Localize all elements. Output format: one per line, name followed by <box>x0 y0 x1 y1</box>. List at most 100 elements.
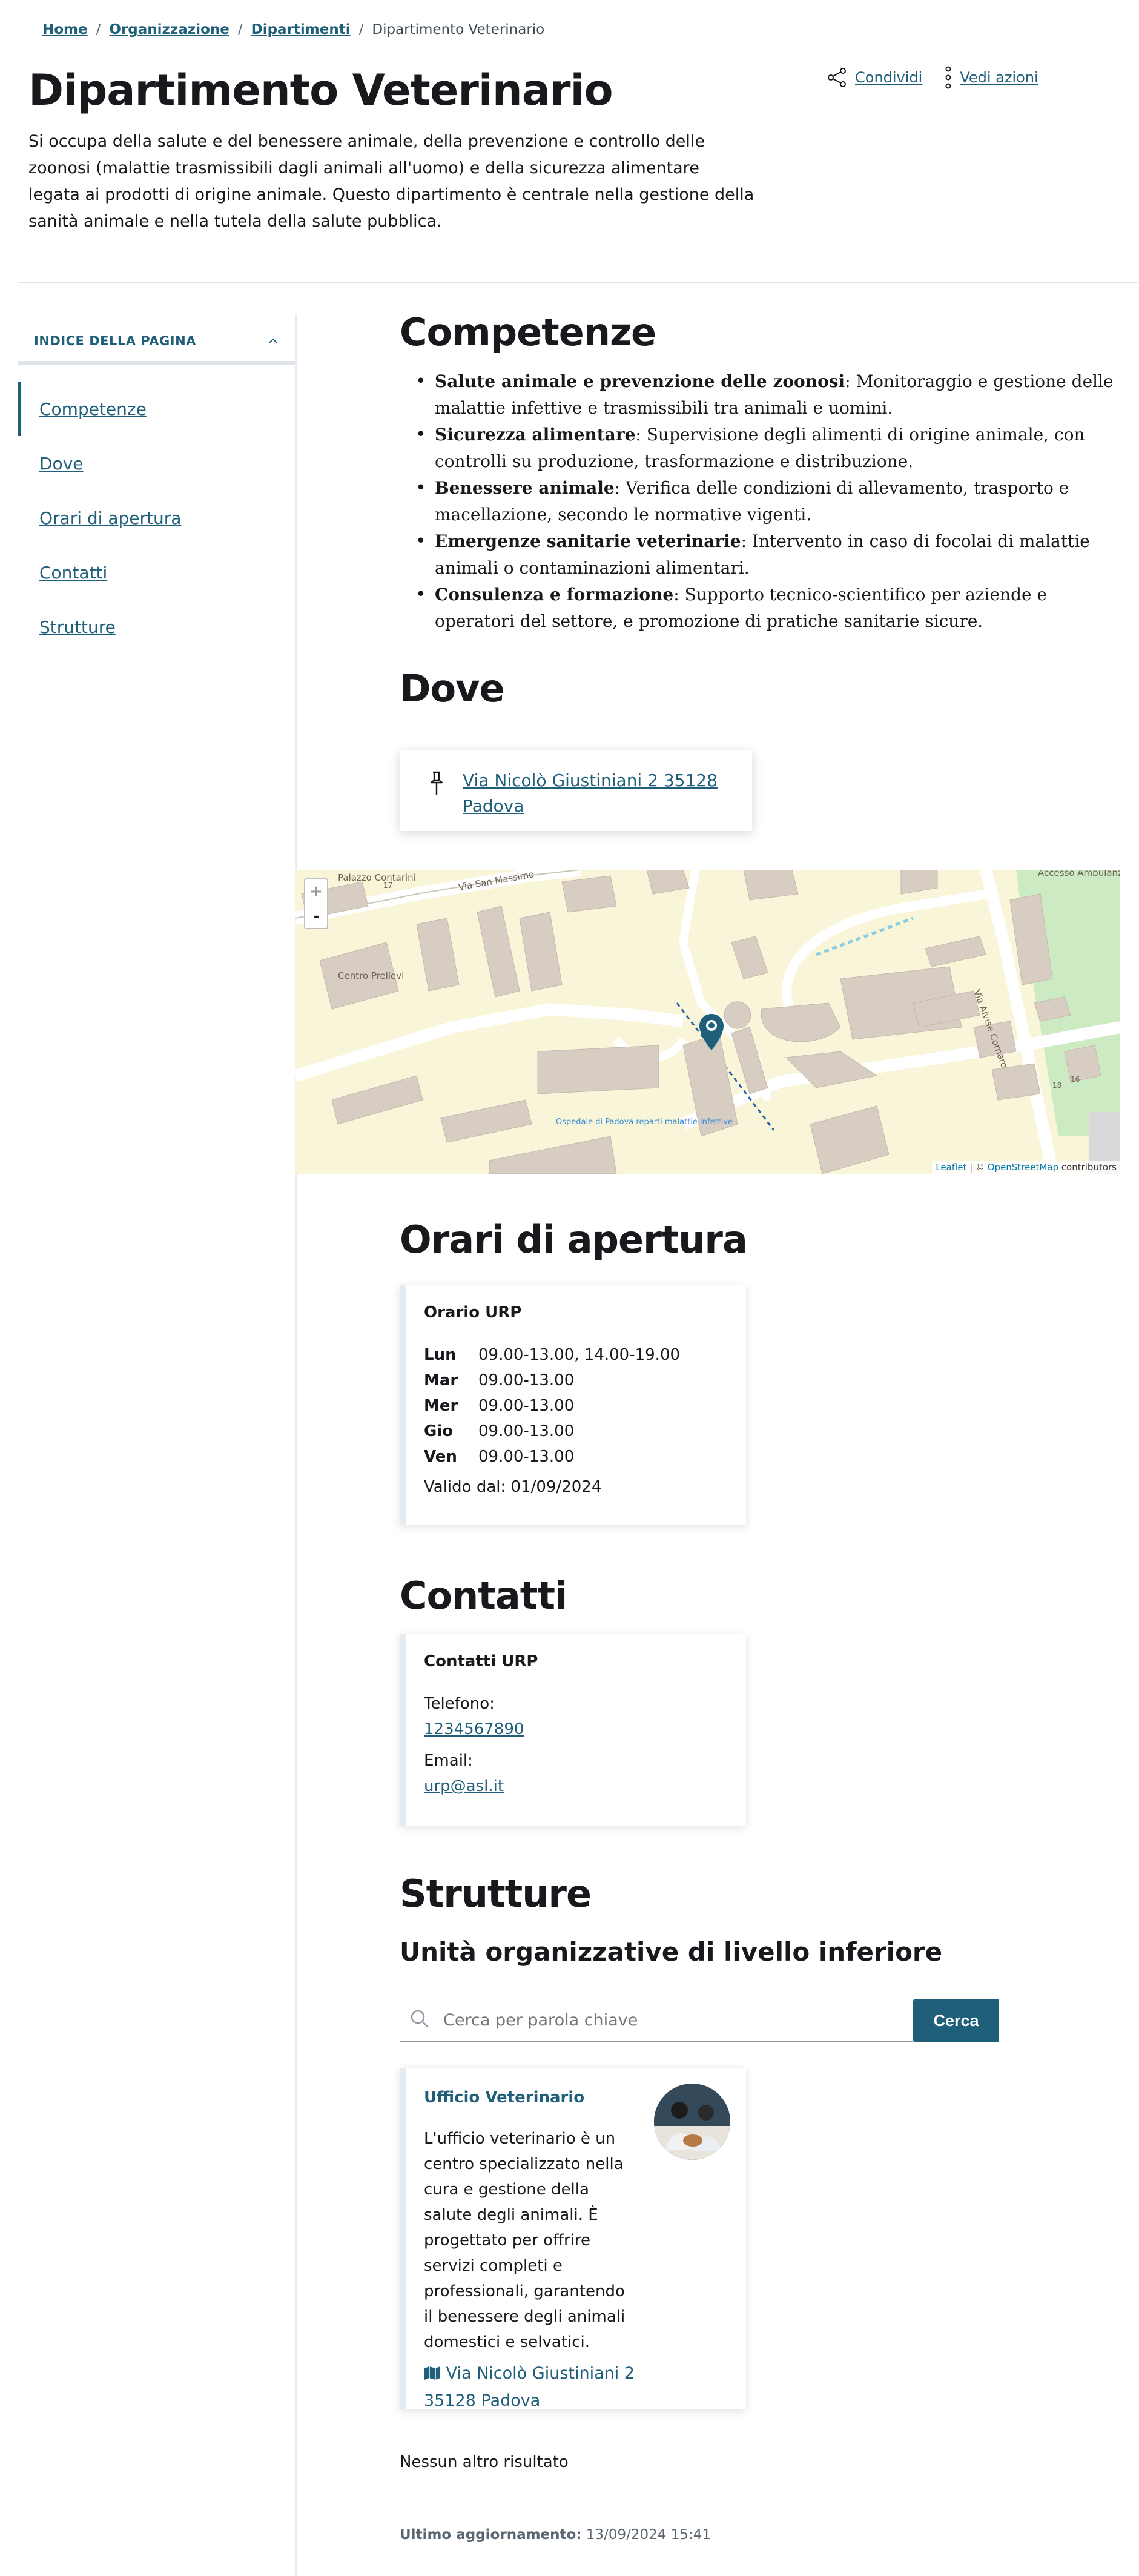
list-item: Salute animale e prevenzione delle zoono… <box>400 368 1120 422</box>
breadcrumb-current: Dipartimento Veterinario <box>372 22 545 38</box>
last-updated-value: 13/09/2024 15:41 <box>586 2527 711 2543</box>
map-marker-icon[interactable] <box>698 1013 725 1054</box>
structure-address-text: Via Nicolò Giustiniani 2 35128 Padova <box>424 2364 635 2410</box>
strutture-subheading: Unità organizzative di livello inferiore <box>400 1937 943 1967</box>
section-title-contatti: Contatti <box>400 1574 567 1618</box>
hours-day: Mar <box>424 1371 458 1389</box>
hours-card: Orario URP Lun 09.00-13.00, 14.00-19.00 M… <box>400 1285 746 1525</box>
hours-value: 09.00-13.00 <box>478 1422 575 1440</box>
hours-row: Ven 09.00-13.00 <box>424 1444 746 1469</box>
hours-day: Ven <box>424 1448 457 1466</box>
toc-item-orari[interactable]: Orari di apertura <box>18 491 295 545</box>
hours-row: Gio 09.00-13.00 <box>424 1419 746 1444</box>
toc-list: Competenze Dove Orari di apertura Contat… <box>18 382 295 654</box>
breadcrumb-separator: / <box>96 22 101 38</box>
email-link[interactable]: urp@asl.it <box>424 1773 746 1799</box>
map-label: 18 <box>1052 1081 1061 1090</box>
search-input[interactable] <box>443 2010 867 2030</box>
breadcrumb-dipartimenti[interactable]: Dipartimenti <box>251 22 351 38</box>
breadcrumb-separator: / <box>358 22 364 38</box>
address-line-1: Via Nicolò Giustiniani 2 35128 <box>463 770 718 790</box>
address-line-2: Padova <box>463 796 524 816</box>
no-more-results: Nessun altro risultato <box>400 2453 569 2471</box>
zoom-in-button[interactable]: + <box>305 879 327 904</box>
breadcrumb-home[interactable]: Home <box>42 22 88 38</box>
hours-value: 09.00-13.00, 14.00-19.00 <box>478 1346 681 1364</box>
hours-row: Mar 09.00-13.00 <box>424 1368 746 1393</box>
list-item: Sicurezza alimentare: Supervisione degli… <box>400 422 1120 475</box>
more-actions-label: Vedi azioni <box>960 69 1038 86</box>
more-vertical-icon <box>944 65 952 90</box>
structure-card: Ufficio Veterinario L'ufficio veterinari… <box>400 2068 746 2410</box>
breadcrumb: Home / Organizzazione / Dipartimenti / D… <box>42 22 544 38</box>
map-attribution: Leaflet | © OpenStreetMap contributors <box>932 1161 1120 1174</box>
attribution-tail: contributors <box>1058 1162 1117 1173</box>
last-updated: Ultimo aggiornamento: 13/09/2024 15:41 <box>400 2527 711 2543</box>
search-button[interactable]: Cerca <box>913 1999 999 2042</box>
page-intro: Si occupa della salute e del benessere a… <box>28 132 754 231</box>
section-title-strutture: Strutture <box>400 1872 592 1916</box>
search-field <box>400 1999 913 2042</box>
sidebar-border <box>295 315 297 2576</box>
structure-title-link[interactable]: Ufficio Veterinario <box>424 2088 584 2107</box>
search-icon <box>409 2008 430 2031</box>
list-item-term: Emergenze sanitarie veterinarie <box>435 531 741 551</box>
list-item-term: Salute animale e prevenzione delle zoono… <box>435 371 845 391</box>
phone-label: Telefono: <box>424 1695 495 1713</box>
map-label: Palazzo Contarini <box>338 872 416 883</box>
map-label: 17 <box>383 881 392 890</box>
list-item-term: Benessere animale <box>435 478 615 498</box>
list-item-term: Consulenza e formazione <box>435 584 674 604</box>
map-label: Centro Prelievi <box>338 970 404 981</box>
hours-row: Lun 09.00-13.00, 14.00-19.00 <box>424 1342 746 1368</box>
contacts-card: Contatti URP Telefono: 1234567890 Email:… <box>400 1634 746 1826</box>
hours-day: Mer <box>424 1397 458 1415</box>
section-title-orari: Orari di apertura <box>400 1217 748 1262</box>
section-title-dove: Dove <box>400 666 505 710</box>
list-item-term: Sicurezza alimentare <box>435 425 636 445</box>
contacts-card-title: Contatti URP <box>424 1652 538 1670</box>
header-divider <box>18 282 1138 283</box>
search-bar: Cerca <box>400 1999 999 2042</box>
toc-item-contatti[interactable]: Contatti <box>18 545 295 600</box>
last-updated-label: Ultimo aggiornamento: <box>400 2527 582 2543</box>
competenze-list: Salute animale e prevenzione delle zoono… <box>400 368 1120 635</box>
address-link[interactable]: Via Nicolò Giustiniani 2 35128 Padova <box>463 768 718 831</box>
toc-toggle[interactable]: INDICE DELLA PAGINA <box>18 321 295 365</box>
share-label: Condividi <box>855 69 923 86</box>
chevron-up-icon <box>268 336 279 347</box>
structure-image <box>654 2084 730 2160</box>
toc-title: INDICE DELLA PAGINA <box>34 334 196 348</box>
structure-address[interactable]: Via Nicolò Giustiniani 2 35128 Padova <box>424 2361 642 2414</box>
hours-row: Mer 09.00-13.00 <box>424 1393 746 1419</box>
phone-link[interactable]: 1234567890 <box>424 1717 746 1742</box>
list-item: Consulenza e formazione: Supporto tecnic… <box>400 581 1120 635</box>
email-label: Email: <box>424 1752 473 1770</box>
zoom-out-button[interactable]: - <box>305 904 327 928</box>
page-actions: Condividi Vedi azioni <box>827 65 1038 90</box>
breadcrumb-organizzazione[interactable]: Organizzazione <box>109 22 229 38</box>
list-item: Emergenze sanitarie veterinarie: Interve… <box>400 528 1120 581</box>
hours-valid-from: Valido dal: 01/09/2024 <box>424 1478 602 1496</box>
section-title-competenze: Competenze <box>400 310 656 354</box>
breadcrumb-separator: / <box>237 22 243 38</box>
hours-value: 09.00-13.00 <box>478 1371 575 1389</box>
map-label: Ospedale di Padova reparti malattie infe… <box>556 1117 733 1127</box>
hours-day: Lun <box>424 1346 457 1364</box>
map[interactable]: Centro Prelievi Palazzo Contarini Via Sa… <box>295 870 1120 1174</box>
share-button[interactable]: Condividi <box>827 67 922 88</box>
toc-item-strutture[interactable]: Strutture <box>18 600 295 654</box>
more-actions-button[interactable]: Vedi azioni <box>944 65 1038 90</box>
toc-item-competenze[interactable]: Competenze <box>18 382 295 436</box>
map-label: 16 <box>1071 1075 1080 1084</box>
hours-value: 09.00-13.00 <box>478 1448 575 1466</box>
map-zoom-control: + - <box>304 878 328 929</box>
structure-description: L'ufficio veterinario è un centro specia… <box>424 2130 626 2351</box>
share-icon <box>827 67 848 88</box>
hours-day: Gio <box>424 1422 454 1440</box>
pin-icon <box>428 770 446 831</box>
address-card: Via Nicolò Giustiniani 2 35128 Padova <box>400 750 752 831</box>
leaflet-link[interactable]: Leaflet <box>936 1162 966 1173</box>
toc-item-dove[interactable]: Dove <box>18 436 295 491</box>
osm-link[interactable]: OpenStreetMap <box>988 1162 1058 1173</box>
